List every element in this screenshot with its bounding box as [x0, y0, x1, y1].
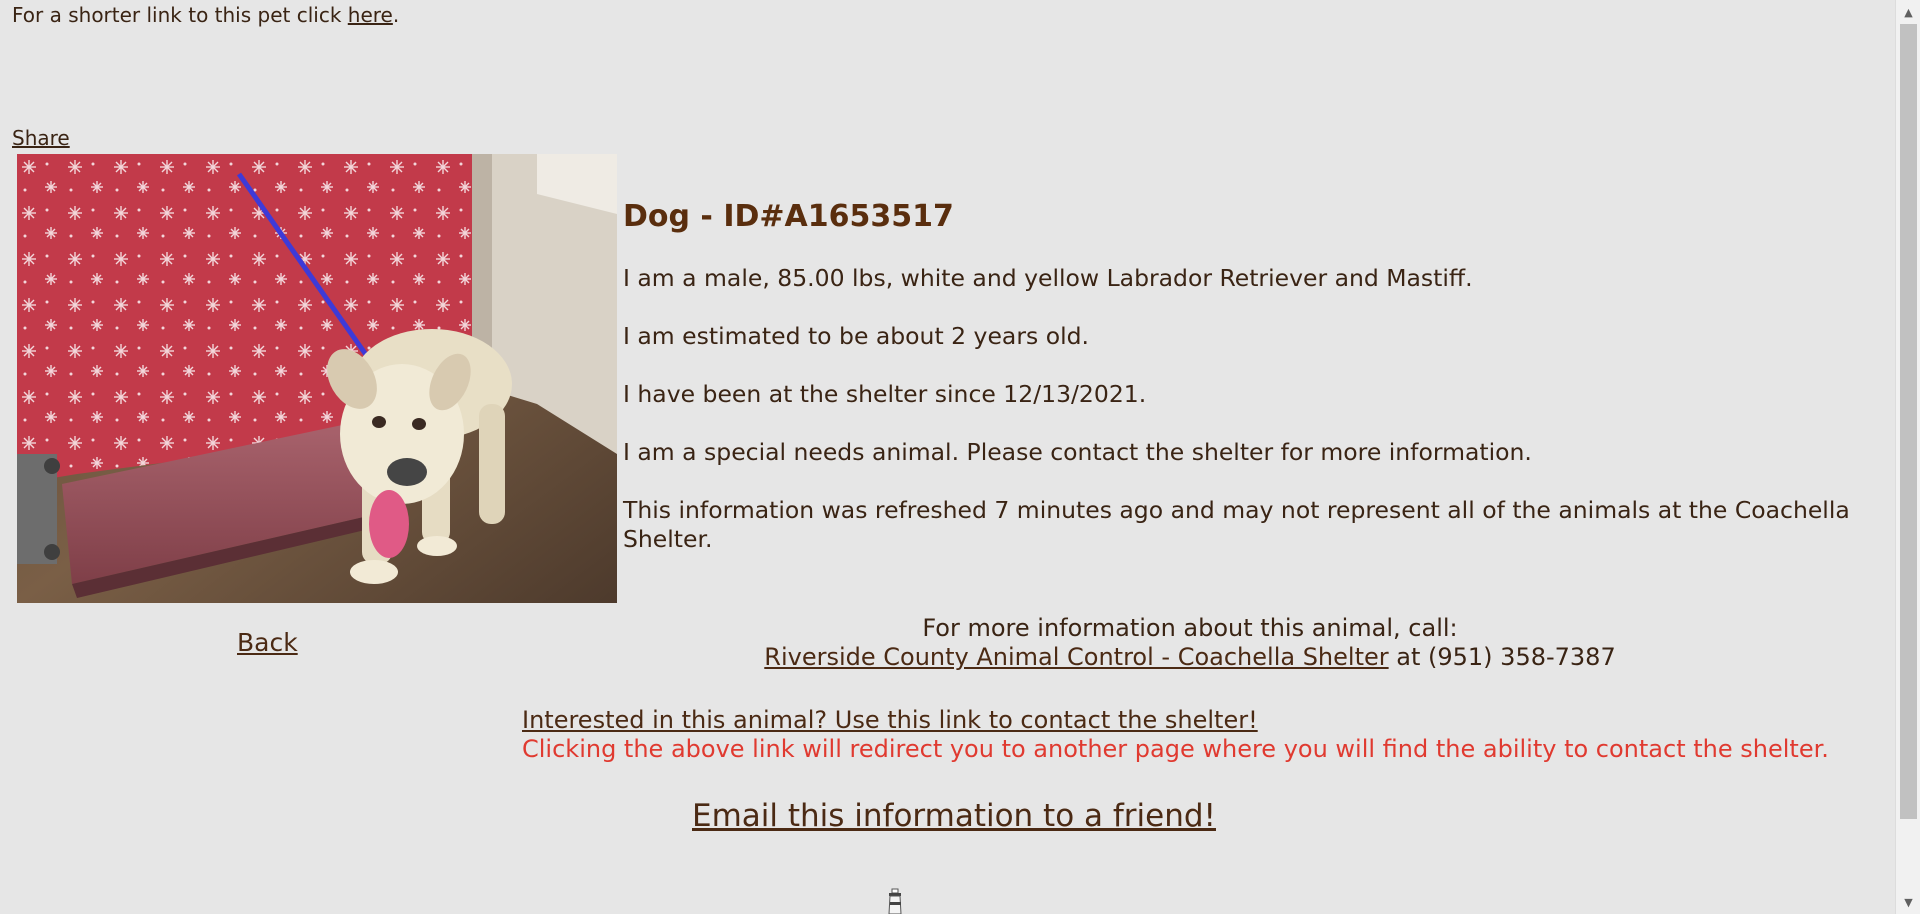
interest-section: Interested in this animal? Use this link… [522, 706, 1829, 764]
animal-intake-date: I have been at the shelter since 12/13/2… [623, 380, 1147, 408]
email-friend-link[interactable]: Email this information to a friend! [692, 798, 1216, 834]
dog-photo-illustration [17, 154, 617, 603]
animal-description: I am a male, 85.00 lbs, white and yellow… [623, 264, 1473, 292]
shortlink-suffix: . [392, 3, 400, 27]
special-needs-note: I am a special needs animal. Please cont… [623, 438, 1532, 466]
scrollbar-thumb[interactable] [1900, 24, 1917, 819]
animal-age: I am estimated to be about 2 years old. [623, 322, 1089, 350]
lighthouse-icon [888, 888, 902, 914]
redirect-note: Clicking the above link will redirect yo… [522, 735, 1829, 763]
shelter-name-link[interactable]: Riverside County Animal Control - Coache… [764, 643, 1388, 671]
animal-info: Dog - ID#A1653517 I am a male, 85.00 lbs… [623, 200, 1853, 554]
share-link[interactable]: Share [12, 126, 70, 150]
scroll-up-arrow-icon[interactable]: ▲ [1896, 2, 1920, 22]
back-link[interactable]: Back [237, 628, 298, 657]
call-prompt: For more information about this animal, … [922, 614, 1458, 642]
contact-info: For more information about this animal, … [620, 614, 1760, 672]
shortlink-prefix: For a shorter link to this pet click [12, 3, 342, 27]
shelter-phone: at (951) 358-7387 [1396, 643, 1616, 671]
vertical-scrollbar[interactable]: ▲ ▼ [1895, 0, 1920, 914]
page-content: For a shorter link to this pet click her… [0, 0, 1895, 914]
scroll-down-arrow-icon[interactable]: ▼ [1896, 892, 1920, 912]
refresh-note: This information was refreshed 7 minutes… [623, 496, 1850, 553]
pet-photo [17, 154, 617, 603]
contact-shelter-link[interactable]: Interested in this animal? Use this link… [522, 706, 1258, 734]
shortlink-text: For a shorter link to this pet click her… [12, 3, 399, 27]
shelter-contact-line: Riverside County Animal Control - Coache… [620, 643, 1760, 672]
animal-title: Dog - ID#A1653517 [623, 199, 954, 234]
shortlink-here-link[interactable]: here [348, 3, 393, 27]
